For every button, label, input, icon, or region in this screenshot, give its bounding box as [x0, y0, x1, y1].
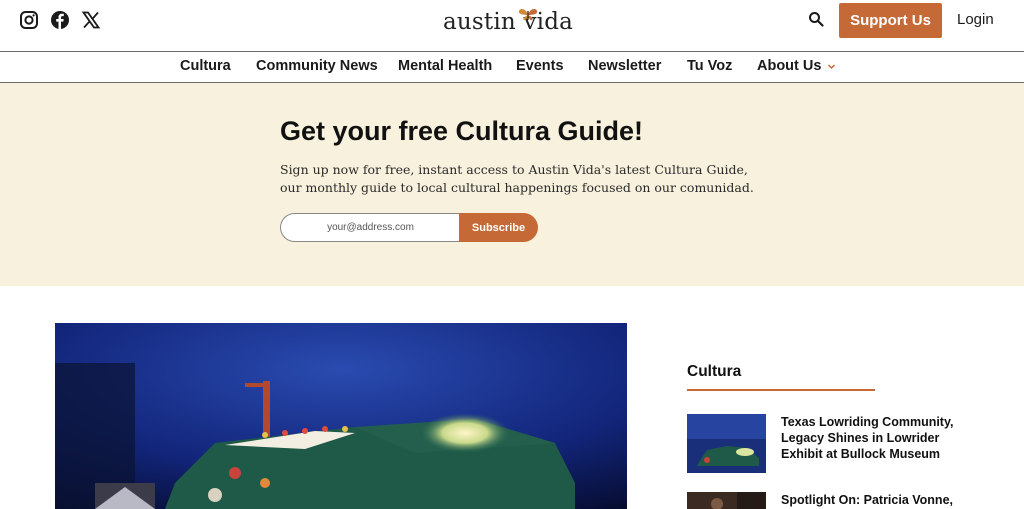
facebook-icon[interactable] — [50, 10, 70, 30]
sidebar-story-link[interactable]: Spotlight On: Patricia Vonne, — [781, 492, 956, 508]
story-thumbnail-patricia-vonne[interactable] — [687, 492, 766, 509]
site-header: austin vida Support Us Login — [0, 0, 1024, 52]
email-field[interactable] — [280, 213, 460, 242]
newsletter-description: Sign up now for free, instant access to … — [280, 162, 754, 195]
site-logo[interactable]: austin vida — [443, 8, 573, 36]
instagram-icon[interactable] — [19, 10, 39, 30]
social-links — [19, 10, 101, 30]
main-nav: Cultura Community News Mental Health Eve… — [0, 51, 1024, 83]
nav-item-tu-voz[interactable]: Tu Voz — [687, 58, 732, 74]
subscribe-button[interactable]: Subscribe — [459, 213, 538, 242]
sidebar-heading[interactable]: Cultura — [687, 363, 741, 381]
x-twitter-icon[interactable] — [81, 10, 101, 30]
login-link[interactable]: Login — [957, 11, 994, 28]
logo-text: austin vida — [443, 9, 574, 35]
story-thumbnail-lowrider[interactable] — [687, 414, 766, 473]
featured-article-image[interactable] — [55, 323, 627, 509]
nav-item-about-us-label: About Us — [757, 58, 822, 74]
search-icon[interactable] — [808, 11, 824, 27]
nav-item-events[interactable]: Events — [516, 58, 564, 74]
butterfly-logo-icon — [518, 9, 538, 21]
sidebar-divider — [687, 389, 875, 391]
chevron-down-icon — [827, 62, 836, 71]
nav-item-mental-health[interactable]: Mental Health — [398, 58, 492, 74]
newsletter-signup-section: Get your free Cultura Guide! Sign up now… — [0, 83, 1024, 286]
nav-item-about-us[interactable]: About Us — [757, 58, 836, 74]
nav-item-newsletter[interactable]: Newsletter — [588, 58, 661, 74]
support-us-button[interactable]: Support Us — [839, 3, 942, 38]
nav-item-cultura[interactable]: Cultura — [180, 58, 231, 74]
nav-item-community-news[interactable]: Community News — [256, 58, 378, 74]
newsletter-title: Get your free Cultura Guide! — [280, 116, 644, 146]
lowrider-exhibit-photo — [55, 323, 627, 509]
sidebar-story-link[interactable]: Texas Lowriding Community, Legacy Shines… — [781, 414, 956, 462]
newsletter-form: Subscribe — [280, 213, 538, 242]
